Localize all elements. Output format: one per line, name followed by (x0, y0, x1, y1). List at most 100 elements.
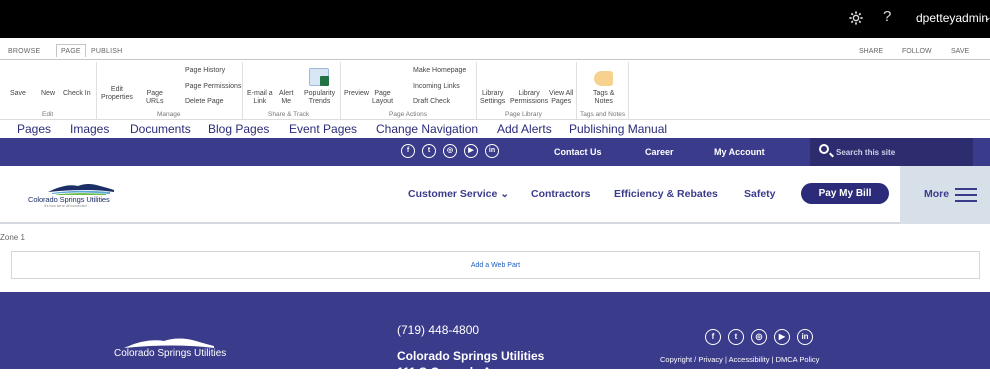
search-icon[interactable] (819, 144, 829, 154)
tags-notes-button[interactable]: Tags & Notes (593, 90, 614, 106)
gear-icon[interactable] (849, 11, 863, 25)
utility-bar: f t ◎ ▶ in Contact Us Career My Account (0, 138, 990, 166)
facebook-icon[interactable]: f (705, 329, 721, 345)
twitter-icon[interactable]: t (728, 329, 744, 345)
instagram-icon[interactable]: ◎ (443, 144, 457, 158)
nav-contractors[interactable]: Contractors (531, 188, 591, 200)
search-input[interactable] (836, 144, 966, 160)
divider (242, 62, 243, 119)
suite-bar: ? dpetteyadmin ⌄ (0, 0, 990, 38)
tab-publish[interactable]: PUBLISH (91, 48, 122, 55)
tab-browse[interactable]: BROWSE (8, 48, 40, 55)
view-all-pages-label-2: Pages (551, 98, 572, 105)
popularity-trends-button[interactable]: Popularity Trends (304, 90, 335, 106)
alert-me-label-2: Me (281, 98, 292, 105)
footer-phone[interactable]: (719) 448-4800 (397, 323, 479, 337)
nav-customer-service[interactable]: Customer Service ⌄ (408, 188, 509, 200)
group-page-library-label: Page Library (505, 111, 542, 118)
footer-org-name: Colorado Springs Utilities (397, 349, 545, 363)
popularity-trends-icon (309, 68, 329, 86)
group-edit-label: Edit (42, 111, 54, 118)
save-button[interactable]: Save (10, 90, 26, 98)
site-header: Colorado Springs Utilities It's how we'r… (0, 166, 990, 224)
footer-links[interactable]: Copyright / Privacy | Accessibility | DM… (660, 355, 819, 364)
youtube-icon[interactable]: ▶ (464, 144, 478, 158)
library-settings-label-2: Settings (480, 98, 506, 105)
edit-properties-label-1: Edit (110, 86, 123, 93)
group-page-actions-label: Page Actions (389, 111, 427, 118)
library-settings-button[interactable]: Library Settings (480, 90, 505, 106)
user-name[interactable]: dpetteyadmin (916, 11, 988, 25)
facebook-icon[interactable]: f (401, 144, 415, 158)
library-settings-label-1: Library (481, 90, 504, 97)
new-button[interactable]: New (41, 90, 55, 98)
preview-button[interactable]: Preview (344, 90, 369, 98)
logo-tagline: It's how we're all connected (44, 204, 87, 208)
edit-properties-label-2: Properties (101, 94, 133, 101)
career-link[interactable]: Career (645, 147, 674, 157)
quick-link-pages[interactable]: Pages (17, 122, 51, 136)
make-homepage-button[interactable]: Make Homepage (413, 67, 466, 75)
save-top-button[interactable]: SAVE (951, 48, 969, 55)
alert-me-label-1: Alert (279, 90, 294, 97)
twitter-icon[interactable]: t (422, 144, 436, 158)
youtube-icon[interactable]: ▶ (774, 329, 790, 345)
edit-properties-button[interactable]: Edit Properties (101, 86, 133, 102)
divider (628, 62, 629, 119)
page-history-button[interactable]: Page History (185, 67, 225, 75)
divider (340, 62, 341, 119)
page-urls-button[interactable]: Page URLs (146, 90, 164, 106)
group-share-track-label: Share & Track (268, 111, 310, 118)
contact-us-link[interactable]: Contact Us (554, 147, 602, 157)
page-urls-label-1: Page (146, 90, 163, 97)
library-permissions-label-1: Library (518, 90, 540, 97)
footer-address: 111 S Cascade Ave (397, 365, 505, 379)
delete-page-button[interactable]: Delete Page (185, 98, 224, 106)
nav-safety[interactable]: Safety (744, 188, 776, 200)
incoming-links-button[interactable]: Incoming Links (413, 83, 460, 91)
more-label: More (924, 188, 950, 200)
search-box (810, 138, 973, 166)
popularity-trends-label-1: Popularity (304, 90, 336, 97)
tags-notes-icon (594, 71, 613, 86)
page-permissions-button[interactable]: Page Permissions (185, 83, 241, 91)
draft-check-button[interactable]: Draft Check (413, 98, 450, 106)
logo[interactable]: Colorado Springs Utilities It's how we'r… (28, 179, 128, 219)
quick-link-add-alerts[interactable]: Add Alerts (497, 122, 552, 136)
share-button[interactable]: SHARE (859, 48, 883, 55)
add-web-part-link[interactable]: Add a Web Part (12, 262, 979, 269)
email-link-label-2: Link (253, 98, 267, 105)
pay-my-bill-button[interactable]: Pay My Bill (801, 183, 889, 204)
quick-link-event-pages[interactable]: Event Pages (289, 122, 357, 136)
view-all-pages-label-1: View All (549, 90, 574, 97)
library-permissions-button[interactable]: Library Permissions (510, 90, 548, 106)
group-manage-label: Manage (157, 111, 181, 118)
more-menu-button[interactable]: More (900, 166, 990, 224)
check-in-button[interactable]: Check In (63, 90, 91, 98)
logo-name: Colorado Springs Utilities (28, 195, 110, 204)
hamburger-icon (955, 188, 977, 202)
quick-link-documents[interactable]: Documents (130, 122, 191, 136)
quick-link-blog-pages[interactable]: Blog Pages (208, 122, 269, 136)
ribbon-tabs: BROWSE PAGE PUBLISH SHARE FOLLOW SAVE (0, 44, 990, 60)
divider (96, 62, 97, 119)
nav-efficiency-rebates[interactable]: Efficiency & Rebates (614, 188, 718, 200)
view-all-pages-button[interactable]: View All Pages (549, 90, 573, 106)
follow-button[interactable]: FOLLOW (902, 48, 932, 55)
linkedin-icon[interactable]: in (485, 144, 499, 158)
page-layout-button[interactable]: Page Layout (372, 90, 393, 106)
chevron-down-icon[interactable]: ⌄ (984, 12, 990, 23)
popularity-trends-label-2: Trends (308, 98, 331, 105)
tab-page[interactable]: PAGE (56, 44, 86, 57)
instagram-icon[interactable]: ◎ (751, 329, 767, 345)
quick-link-change-navigation[interactable]: Change Navigation (376, 122, 478, 136)
email-link-button[interactable]: E-mail a Link (247, 90, 273, 106)
my-account-link[interactable]: My Account (714, 147, 765, 157)
quick-link-images[interactable]: Images (70, 122, 109, 136)
help-icon[interactable]: ? (883, 8, 891, 25)
linkedin-icon[interactable]: in (797, 329, 813, 345)
ribbon: Save New Check In Edit Edit Properties P… (0, 59, 990, 120)
group-tags-notes-label: Tags and Notes (580, 111, 626, 118)
alert-me-button[interactable]: Alert Me (279, 90, 293, 106)
quick-link-publishing-manual[interactable]: Publishing Manual (569, 122, 667, 136)
